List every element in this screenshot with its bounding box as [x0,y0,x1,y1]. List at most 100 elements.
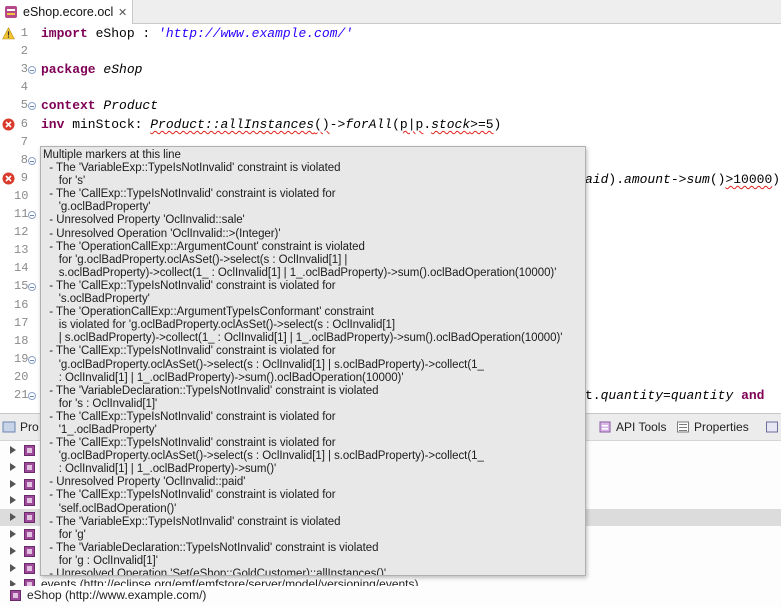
editor-line[interactable]: 5 context Product [0,97,781,115]
fold-toggle-icon[interactable] [28,66,36,74]
code-token: sum [686,172,710,187]
package-icon [24,445,35,456]
tooltip-marker-line: - The 'OperationCallExp::ArgumentTypeIsC… [43,306,374,319]
panel-tab-label: Pro [20,420,39,434]
tooltip-marker-line: - The 'CallExp::TypeIsNotInvalid' constr… [43,410,336,423]
expand-arrow-icon[interactable] [10,530,16,538]
fold-toggle-icon[interactable] [28,102,36,110]
panel-tab-label: API Tools [616,420,667,434]
code-text: context Product [41,98,158,113]
package-icon [24,495,35,506]
ocl-file-icon [5,6,17,18]
code-token: ) [772,172,781,187]
tooltip-marker-line: : OclInvalid[1] | 1_.oclBadProperty)->su… [43,371,404,384]
line-number: 14 [14,261,29,275]
tree-root-item[interactable]: eShop (http://www.example.com/) [0,586,781,605]
tooltip-marker-line: - The 'OperationCallExp::ArgumentCount' … [43,240,365,253]
problem-markers-tooltip: Multiple markers at this line - The 'Var… [40,146,586,576]
editor-line[interactable]: 6 inv minStock: Product::allInstances()->… [0,116,781,134]
fold-toggle-icon[interactable] [28,211,36,219]
line-number: 17 [14,316,29,330]
code-token: () [314,117,330,132]
line-number: 19 [14,352,29,366]
tooltip-marker-line: 'g.oclBadProperty.oclAsSet()->select(s :… [43,358,484,371]
api-tools-icon [599,421,611,433]
editor-line[interactable]: 2 [0,43,781,61]
tooltip-marker-line: - The 'CallExp::TypeIsNotInvalid' constr… [43,489,336,502]
expand-arrow-icon[interactable] [10,463,16,471]
package-icon [24,512,35,523]
editor-tab-bar: eShop.ecore.ocl ✕ [0,0,781,24]
code-token: and [741,388,765,403]
line-number: 20 [14,370,29,384]
package-icon [24,563,35,574]
code-text: import eShop : 'http://www.example.com/' [41,26,353,41]
fold-toggle-icon[interactable] [28,283,36,291]
expand-arrow-icon[interactable] [10,446,16,454]
line-number: 4 [20,80,28,94]
code-token: quantity [670,388,734,403]
properties-icon [677,421,689,433]
tooltip-marker-line: - The 'CallExp::TypeIsNotInvalid' constr… [43,345,336,358]
code-token: ( [392,117,400,132]
editor-tab-eshop[interactable]: eShop.ecore.ocl ✕ [0,0,133,24]
code-token: eShop : [87,26,159,41]
code-token: import [41,26,88,41]
line-number: 18 [14,334,29,348]
tooltip-marker-line: : OclInvalid[1] | 1_.oclBadProperty)->su… [43,463,277,476]
fold-toggle-icon[interactable] [28,392,36,400]
code-token: Product::allInstances [150,117,315,132]
code-token: package [41,62,96,77]
code-token: 'http://www.example.com/' [158,26,354,41]
code-token: = [663,388,671,403]
code-token: p|p [399,117,424,132]
editor-line[interactable]: 1 import eShop : 'http://www.example.com/… [0,25,781,43]
line-number: 22 [14,406,28,407]
tooltip-marker-line: for 'g' [43,528,86,541]
editor-line[interactable]: 3 package eShop [0,61,781,79]
package-icon [24,462,35,473]
code-token: price [601,406,640,407]
code-text: package eShop [41,62,142,77]
tooltip-marker-line: - The 'VariableExp::TypeIsNotInvalid' co… [43,162,341,175]
code-token: -> [670,172,687,187]
code-token: amount [624,172,671,187]
code-token: t. [585,388,601,403]
line-number: 11 [14,207,29,221]
expand-arrow-icon[interactable] [10,547,16,555]
editor-tab-title: eShop.ecore.ocl [23,5,114,19]
tooltip-marker-line: - The 'CallExp::TypeIsNotInvalid' constr… [43,188,336,201]
line-number: 16 [14,298,29,312]
tooltip-marker-line: - Unresolved Operation 'Set(eShop::GoldC… [43,568,386,576]
line-number: 7 [20,135,28,149]
tooltip-marker-line: - Unresolved Operation 'OclInvalid::>(In… [43,227,281,240]
code-token: quantity [600,388,664,403]
fold-toggle-icon[interactable] [28,356,36,364]
tooltip-marker-line: 'g.oclBadProperty.oclAsSet()->select(s :… [43,450,484,463]
tooltip-marker-line: for 'g : OclInvalid[1]' [43,554,158,567]
editor-line[interactable]: 4 [0,79,781,97]
panel-tab-api-tools[interactable]: API Tools [598,420,666,434]
panel-tab-properties[interactable]: Properties [676,420,749,434]
panel-tab-project[interactable]: Pro [2,420,39,434]
close-icon[interactable]: ✕ [118,6,127,19]
tooltip-marker-line: - The 'VariableDeclaration::TypeIsNotInv… [43,541,379,554]
expand-arrow-icon[interactable] [10,480,16,488]
code-token: minStock: [64,117,151,132]
fold-toggle-icon[interactable] [28,157,36,165]
code-token: aid [585,172,609,187]
code-text: aid).amount->sum()>10000) [585,171,781,187]
tooltip-marker-line: - The 'CallExp::TypeIsNotInvalid' constr… [43,279,336,292]
expand-arrow-icon[interactable] [10,564,16,572]
line-number: 15 [14,279,29,293]
tooltip-marker-line: for 'g.oclBadProperty.oclAsSet()->select… [43,253,348,266]
code-token: ) [493,117,502,132]
code-text: p.price [585,406,640,407]
expand-arrow-icon[interactable] [10,496,16,504]
line-number: 3 [20,62,28,76]
panel-tab-more[interactable] [765,420,781,434]
expand-arrow-icon[interactable] [10,513,16,521]
package-icon [10,590,21,601]
line-number: 1 [20,26,28,40]
